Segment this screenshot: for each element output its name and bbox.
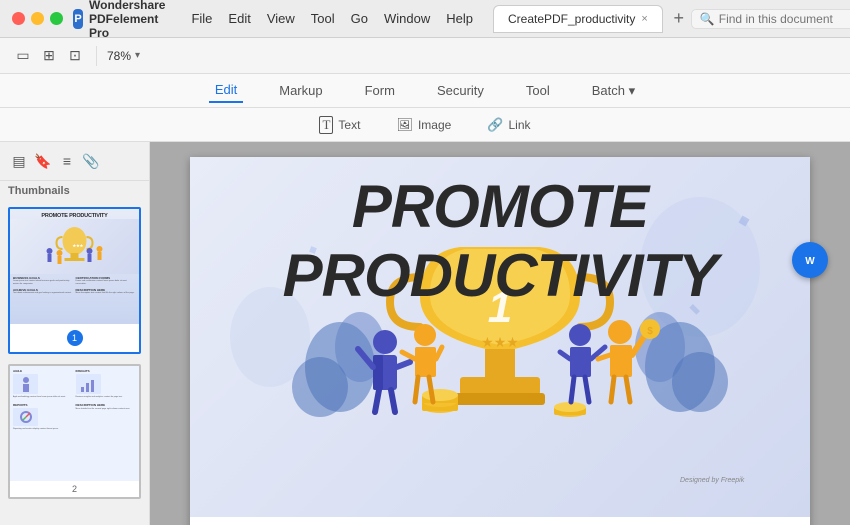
pdf-page: PROMOTE PRODUCTIVITY bbox=[190, 157, 810, 525]
thumbnail-page-1[interactable]: PROMOTE PRODUCTIVITY bbox=[8, 207, 141, 354]
image-tool[interactable]: 🖼 Image bbox=[388, 113, 459, 137]
main-toolbar: ▭ ⊞ ⊡ 78% ▾ bbox=[0, 38, 850, 74]
pdf-header-image: PROMOTE PRODUCTIVITY bbox=[190, 157, 810, 517]
nav-form[interactable]: Form bbox=[359, 79, 401, 102]
tab-title: CreatePDF_productivity bbox=[508, 12, 635, 26]
main-area: ▤ 🔖 ≡ 📎 Thumbnails PROMOTE PRODUCTIVITY bbox=[0, 142, 850, 525]
annotations-icon[interactable]: ≡ bbox=[56, 150, 78, 172]
svg-text:★★★: ★★★ bbox=[73, 243, 84, 248]
menu-view[interactable]: View bbox=[267, 11, 295, 26]
pdf-cert-section: CERTIFICATION FORMS bbox=[500, 517, 810, 525]
nav-tool[interactable]: Tool bbox=[520, 79, 556, 102]
chevron-down-icon: ▾ bbox=[629, 83, 636, 98]
page-number-1: 1 bbox=[67, 330, 83, 346]
nav-security[interactable]: Security bbox=[431, 79, 490, 102]
thumbnails-icon[interactable]: ▤ bbox=[8, 150, 30, 172]
nav-batch[interactable]: Batch ▾ bbox=[586, 79, 641, 103]
minimize-button[interactable] bbox=[31, 12, 44, 25]
search-bar: 🔍 bbox=[691, 9, 850, 29]
svg-text:$: $ bbox=[647, 326, 653, 337]
app-name: Wondershare PDFelement Pro bbox=[89, 0, 175, 40]
pdf-title: PROMOTE PRODUCTIVITY bbox=[190, 172, 810, 310]
fit-icon[interactable]: ⊡ bbox=[64, 45, 86, 67]
zoom-level: 78% bbox=[107, 49, 131, 63]
thumbnails-label: Thumbnails bbox=[0, 181, 149, 199]
svg-text:Designed by Freepik: Designed by Freepik bbox=[680, 477, 745, 484]
title-menu: File Edit View Tool Go Window Help bbox=[191, 11, 473, 26]
assistant-button[interactable]: W bbox=[792, 242, 828, 278]
zoom-area: 78% ▾ bbox=[107, 49, 140, 63]
menu-edit[interactable]: Edit bbox=[228, 11, 250, 26]
bookmarks-icon[interactable]: 🔖 bbox=[32, 150, 54, 172]
attachments-icon[interactable]: 📎 bbox=[80, 150, 102, 172]
image-icon: 🖼 bbox=[396, 117, 413, 133]
sidebar-icon-row: ▤ 🔖 ≡ 📎 bbox=[0, 142, 149, 181]
maximize-button[interactable] bbox=[50, 12, 63, 25]
pdf-viewer: W PROMOTE PRODUCTIVITY bbox=[150, 142, 850, 525]
thumbnail-page-2[interactable]: AGILE Agile methodology content here lor… bbox=[8, 364, 141, 499]
close-button[interactable] bbox=[12, 12, 25, 25]
mini-trophy-scene: ★★★ bbox=[10, 219, 139, 274]
svg-text:W: W bbox=[805, 256, 815, 267]
menu-go[interactable]: Go bbox=[351, 11, 368, 26]
search-icon: 🔍 bbox=[700, 12, 715, 26]
title-bar: P Wondershare PDFelement Pro File Edit V… bbox=[0, 0, 850, 38]
sidebar: ▤ 🔖 ≡ 📎 Thumbnails PROMOTE PRODUCTIVITY bbox=[0, 142, 150, 525]
nav-edit[interactable]: Edit bbox=[209, 78, 243, 103]
image-label: Image bbox=[418, 118, 451, 132]
sub-toolbar: T Text 🖼 Image 🔗 Link bbox=[0, 108, 850, 142]
menu-file[interactable]: File bbox=[191, 11, 212, 26]
link-tool[interactable]: 🔗 Link bbox=[479, 113, 538, 137]
zoom-dropdown-icon[interactable]: ▾ bbox=[135, 50, 140, 61]
app-icon-area: P Wondershare PDFelement Pro bbox=[73, 0, 175, 40]
traffic-lights bbox=[12, 12, 63, 25]
link-icon: 🔗 bbox=[487, 117, 503, 133]
thumbnail-container: PROMOTE PRODUCTIVITY bbox=[0, 199, 149, 507]
text-tool[interactable]: T Text bbox=[311, 112, 368, 138]
page-view-icon[interactable]: ▭ bbox=[12, 45, 34, 67]
tab-close-icon[interactable]: × bbox=[641, 13, 647, 25]
svg-text:★★★: ★★★ bbox=[481, 334, 519, 350]
grid-view-icon[interactable]: ⊞ bbox=[38, 45, 60, 67]
tab-createpdf[interactable]: CreatePDF_productivity × bbox=[493, 5, 663, 33]
view-icons: ▭ ⊞ ⊡ bbox=[12, 45, 86, 67]
search-input[interactable] bbox=[719, 12, 850, 26]
new-tab-button[interactable]: + bbox=[667, 7, 691, 31]
nav-markup[interactable]: Markup bbox=[273, 79, 328, 102]
page-number-2: 2 bbox=[72, 484, 77, 494]
menu-window[interactable]: Window bbox=[384, 11, 430, 26]
nav-menu: Edit Markup Form Security Tool Batch ▾ bbox=[0, 74, 850, 108]
app-logo: P bbox=[73, 9, 83, 29]
assistant-icon: W bbox=[800, 250, 820, 270]
pdf-body-text: The oil and gas industry is one of the m… bbox=[190, 517, 500, 525]
menu-help[interactable]: Help bbox=[446, 11, 473, 26]
pdf-bottom-content: The oil and gas industry is one of the m… bbox=[190, 517, 810, 525]
tab-bar: CreatePDF_productivity × + bbox=[493, 5, 691, 33]
link-label: Link bbox=[509, 118, 531, 132]
menu-tool[interactable]: Tool bbox=[311, 11, 335, 26]
text-icon: T bbox=[319, 116, 333, 134]
text-label: Text bbox=[338, 118, 360, 132]
sep1 bbox=[96, 46, 97, 66]
